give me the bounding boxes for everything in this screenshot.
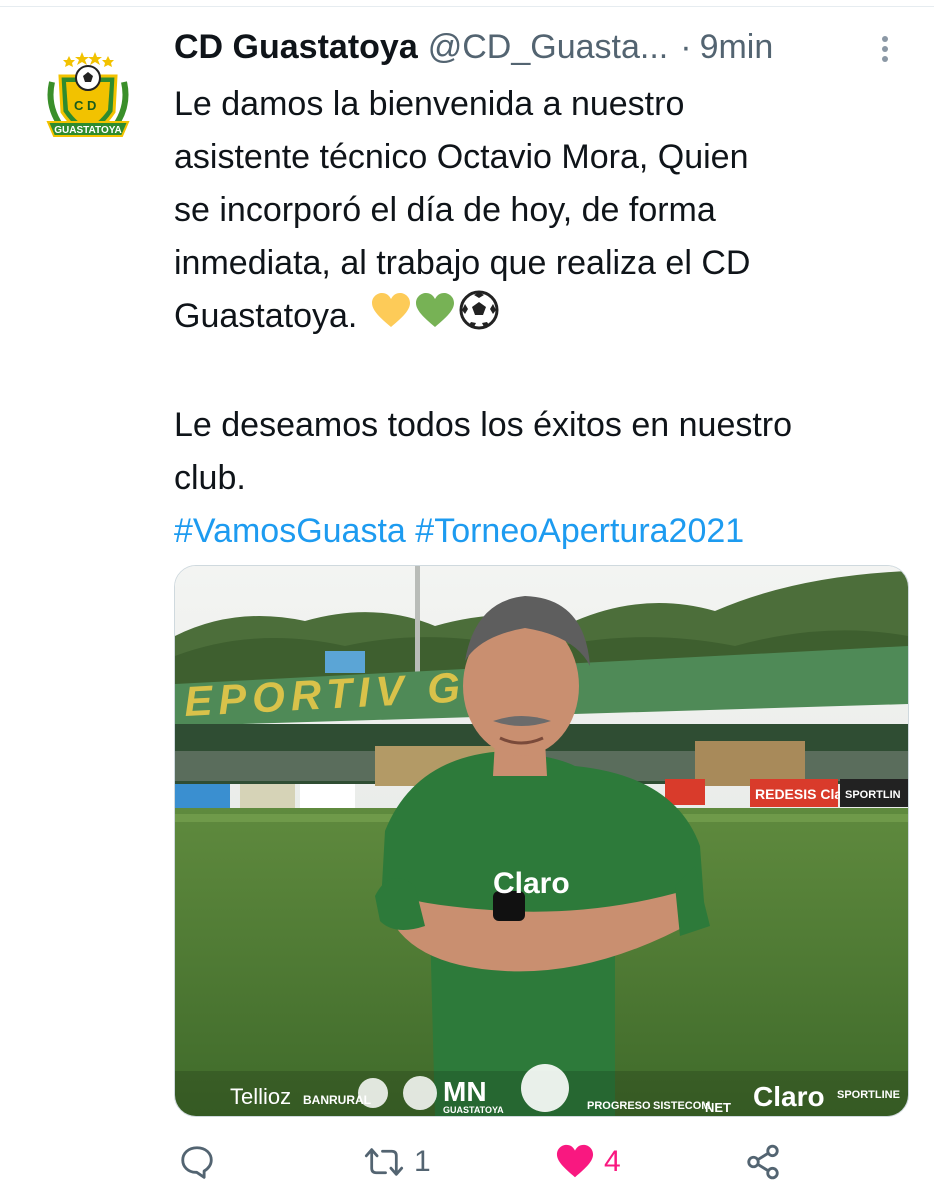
like-button[interactable]: 4 — [556, 1140, 621, 1184]
author-name[interactable]: CD Guastatoya — [174, 28, 418, 67]
retweet-icon — [364, 1148, 404, 1176]
tweet-actions: 1 4 — [174, 1140, 914, 1184]
more-options-icon[interactable] — [879, 36, 891, 72]
green-heart-icon — [415, 292, 455, 345]
text-line: Le damos la bienvenida a nuestro — [174, 85, 685, 123]
svg-text:GUASTATOYA: GUASTATOYA — [54, 125, 121, 136]
text-line: se incorporó el día de hoy, de forma — [174, 191, 716, 229]
yellow-heart-icon — [371, 292, 411, 345]
tweet-text: Le damos la bienvenida a nuestro asisten… — [174, 78, 914, 558]
top-divider — [0, 0, 934, 7]
separator-dot: · — [680, 28, 692, 66]
share-icon — [747, 1144, 779, 1180]
sponsor-text: MN — [443, 1076, 487, 1107]
text-line: club. — [174, 459, 246, 498]
heart-filled-icon — [556, 1144, 594, 1178]
sponsor-text: NET — [705, 1100, 731, 1115]
reply-button[interactable] — [178, 1140, 226, 1184]
hashtags: #VamosGuasta #TorneoApertura2021 — [174, 505, 914, 558]
avatar[interactable]: C D GUASTATOYA — [42, 48, 134, 148]
like-count: 4 — [604, 1145, 621, 1178]
tweet[interactable]: CD Guastatoya @CD_Guasta... · 9min Le da… — [174, 28, 914, 558]
text-line: inmediata, al trabajo que realiza el CD — [174, 244, 751, 282]
sponsor-text: Tellioz — [230, 1084, 291, 1109]
retweet-button[interactable]: 1 — [364, 1140, 431, 1184]
hashtag-link[interactable]: #VamosGuasta — [174, 512, 406, 550]
sponsor-text: Claro — [753, 1081, 825, 1112]
tweet-time[interactable]: 9min — [700, 28, 774, 67]
soccer-ball-icon — [459, 290, 499, 346]
sponsor-text: PROGRESO — [587, 1100, 651, 1112]
text-line-with-emoji: Guastatoya. — [174, 290, 914, 346]
guastatoya-logo: C D GUASTATOYA — [46, 52, 130, 137]
tweet-photo[interactable]: EPORTIV GUAS REDESIS Claro SPORTLIN Clar… — [174, 565, 909, 1117]
shirt-sponsor-text: Claro — [493, 867, 570, 900]
reply-icon — [181, 1146, 213, 1179]
author-handle[interactable]: @CD_Guasta... — [428, 28, 669, 67]
text-line: Guastatoya. — [174, 297, 358, 335]
share-button[interactable] — [744, 1140, 782, 1184]
retweet-count: 1 — [414, 1145, 431, 1178]
sponsor-text: SISTECOM — [653, 1100, 710, 1112]
ad-board-text: SPORTLIN — [845, 789, 901, 801]
photo-illustration: EPORTIV GUAS REDESIS Claro SPORTLIN Clar… — [175, 566, 908, 1116]
svg-text:C D: C D — [74, 98, 96, 113]
sponsor-text: SPORTLINE — [837, 1089, 900, 1101]
tweet-header: CD Guastatoya @CD_Guasta... · 9min — [174, 28, 914, 76]
text-line: Le deseamos todos los éxitos en nuestro — [174, 406, 793, 445]
hashtag-link[interactable]: #TorneoApertura2021 — [415, 512, 744, 550]
sponsor-text: GUASTATOYA — [443, 1105, 504, 1115]
text-line: asistente técnico Octavio Mora, Quien — [174, 138, 749, 176]
